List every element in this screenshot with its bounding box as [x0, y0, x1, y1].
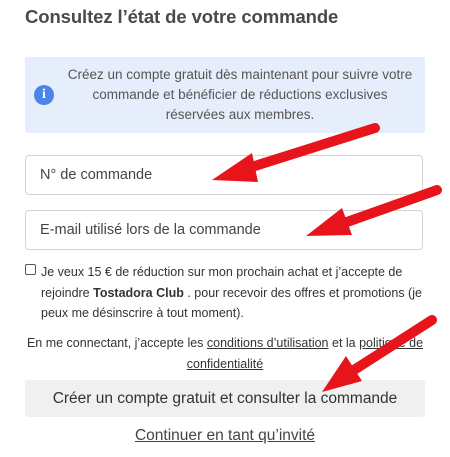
terms-of-use-link[interactable]: conditions d’utilisation: [207, 336, 329, 350]
consent-checkbox[interactable]: [25, 264, 36, 275]
info-text: Créez un compte gratuit dès maintenant p…: [67, 67, 413, 122]
create-account-button[interactable]: Créer un compte gratuit et consulter la …: [25, 380, 425, 417]
continue-as-guest-link[interactable]: Continuer en tant qu’invité: [135, 427, 315, 444]
guest-row: Continuer en tant qu’invité: [0, 427, 450, 445]
terms-text-start: En me connectant, j’accepte les: [26, 336, 207, 350]
email-input[interactable]: [25, 210, 423, 250]
info-icon: i: [34, 85, 54, 105]
tostadora-club-label: Tostadora Club: [93, 285, 184, 300]
page-title: Consultez l’état de votre commande: [25, 6, 339, 27]
info-banner: i Créez un compte gratuit dès maintenant…: [25, 57, 425, 133]
order-number-input[interactable]: [25, 155, 423, 195]
terms-notice: En me connectant, j’accepte les conditio…: [25, 333, 425, 375]
terms-text-middle: et la: [328, 336, 360, 350]
consent-text: Je veux 15 € de réduction sur mon procha…: [41, 262, 425, 324]
